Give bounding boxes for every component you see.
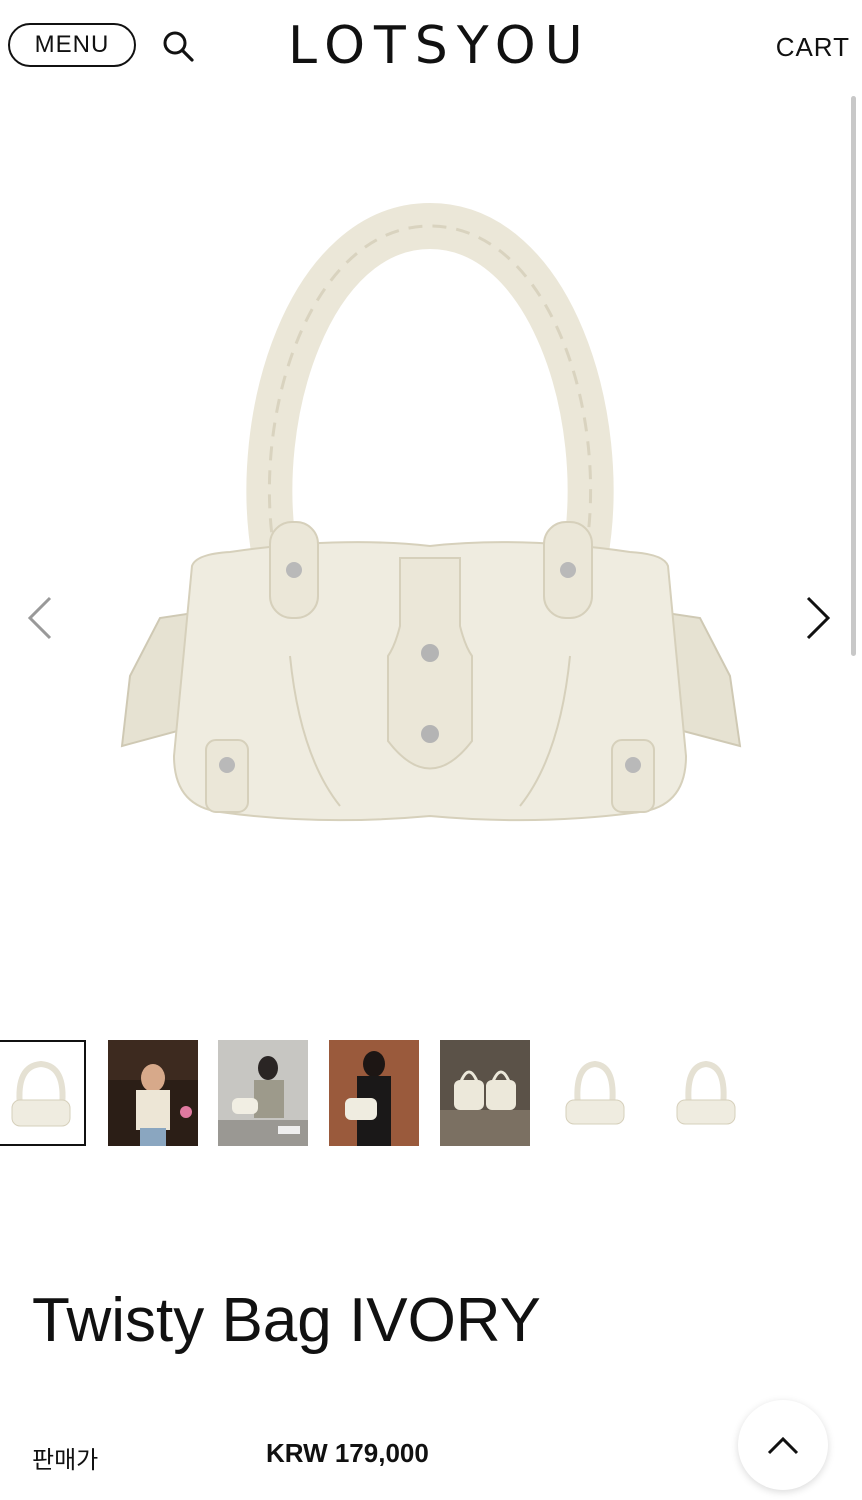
product-image (120, 202, 742, 822)
thumbnail-product-2[interactable] (550, 1040, 640, 1146)
chevron-up-icon (767, 1436, 799, 1455)
menu-button[interactable]: MENU (8, 23, 136, 67)
chevron-right-icon[interactable] (800, 592, 836, 644)
thumbnail-lifestyle[interactable] (440, 1040, 530, 1146)
brand-logo[interactable]: LOTSYOU (288, 14, 583, 78)
thumbnail-product-1[interactable] (0, 1040, 86, 1146)
product-title: Twisty Bag IVORY (32, 1286, 541, 1355)
search-icon[interactable] (160, 28, 196, 64)
thumbnail-model-3[interactable] (329, 1040, 419, 1146)
product-gallery (0, 96, 862, 1006)
thumbnail-model-1[interactable] (108, 1040, 198, 1146)
thumbnail-product-3[interactable] (661, 1040, 751, 1146)
thumbnail-model-2[interactable] (218, 1040, 308, 1146)
price-value: KRW 179,000 (266, 1438, 429, 1468)
chevron-left-icon[interactable] (22, 592, 58, 644)
thumbnail-strip (0, 1040, 862, 1148)
cart-link[interactable]: CART (776, 32, 850, 63)
price-label: 판매가 (32, 1447, 99, 1474)
header: MENU LOTSYOU CART (0, 0, 862, 96)
scroll-top-button[interactable] (738, 1400, 828, 1490)
